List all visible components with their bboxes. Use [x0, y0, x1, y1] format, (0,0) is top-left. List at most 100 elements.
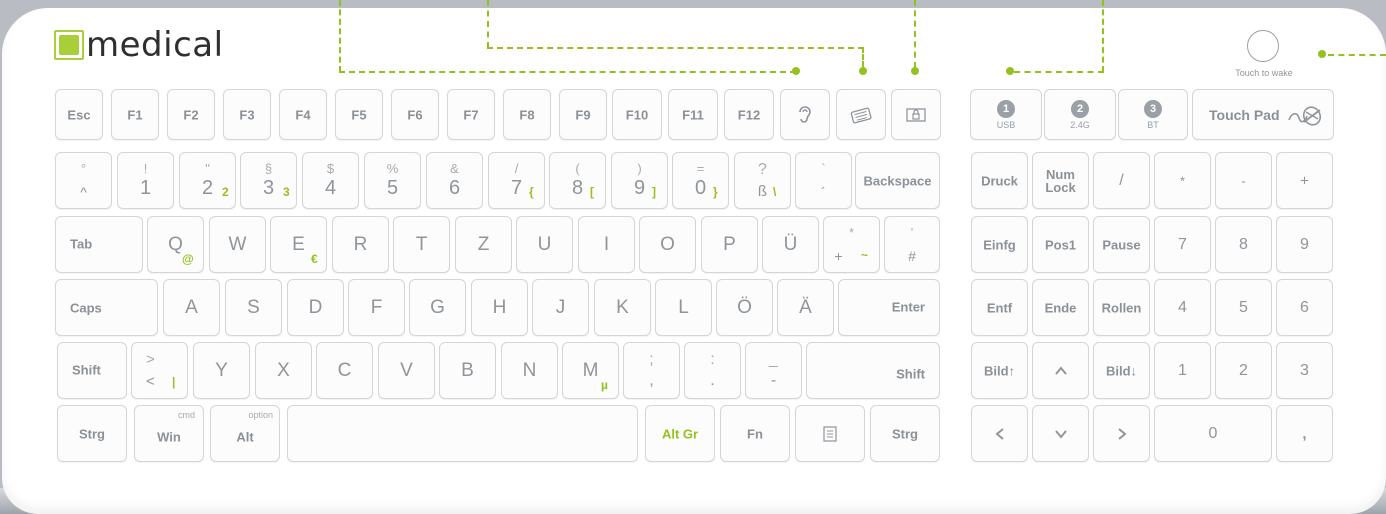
- key-keyboard-lock[interactable]: [836, 89, 886, 140]
- key-s[interactable]: S: [225, 279, 282, 336]
- key-f12[interactable]: F12: [724, 89, 774, 140]
- key-arrow-down[interactable]: [1032, 405, 1089, 462]
- key-b[interactable]: B: [439, 342, 496, 399]
- key-channel-usb[interactable]: 1 USB: [970, 89, 1042, 140]
- key-f5[interactable]: F5: [335, 89, 383, 140]
- key-l[interactable]: L: [655, 279, 712, 336]
- key-8[interactable]: ( 8 [: [549, 152, 606, 209]
- key-r[interactable]: R: [332, 216, 389, 273]
- key-kp-8[interactable]: 8: [1215, 216, 1272, 273]
- key-kp-0[interactable]: 0: [1154, 405, 1272, 462]
- key-ae[interactable]: Ä: [777, 279, 834, 336]
- key-h[interactable]: H: [471, 279, 528, 336]
- key-backspace[interactable]: Backspace: [855, 152, 940, 209]
- key-strg-left[interactable]: Strg: [57, 405, 127, 462]
- key-eszett[interactable]: ? ß \: [734, 152, 791, 209]
- key-hearing[interactable]: [780, 89, 830, 140]
- key-3[interactable]: § 3 3: [240, 152, 297, 209]
- key-kp-3[interactable]: 3: [1276, 342, 1333, 399]
- key-einfg[interactable]: Einfg: [971, 216, 1028, 273]
- key-kp-2[interactable]: 2: [1215, 342, 1272, 399]
- key-f6[interactable]: F6: [391, 89, 439, 140]
- key-caps[interactable]: Caps: [55, 279, 158, 336]
- key-j[interactable]: J: [532, 279, 589, 336]
- key-e[interactable]: E €: [270, 216, 327, 273]
- key-strg-right[interactable]: Strg: [870, 405, 940, 462]
- key-f10[interactable]: F10: [612, 89, 662, 140]
- key-u[interactable]: U: [516, 216, 573, 273]
- key-n[interactable]: N: [501, 342, 558, 399]
- key-clean-mode[interactable]: [891, 89, 941, 140]
- key-w[interactable]: W: [209, 216, 266, 273]
- key-p[interactable]: P: [701, 216, 758, 273]
- key-entf[interactable]: Entf: [971, 279, 1028, 336]
- key-kp-decimal[interactable]: ,: [1276, 405, 1333, 462]
- key-arrow-up[interactable]: [1032, 342, 1089, 399]
- key-minus[interactable]: _ -: [745, 342, 802, 399]
- key-m[interactable]: M µ: [562, 342, 619, 399]
- key-f2[interactable]: F2: [167, 89, 215, 140]
- key-a[interactable]: A: [163, 279, 220, 336]
- key-altgr[interactable]: Alt Gr: [645, 405, 715, 462]
- key-t[interactable]: T: [393, 216, 450, 273]
- key-9[interactable]: ) 9 ]: [611, 152, 668, 209]
- key-arrow-left[interactable]: [971, 405, 1028, 462]
- key-o[interactable]: O: [639, 216, 696, 273]
- key-space[interactable]: [287, 405, 638, 462]
- key-hash[interactable]: ' #: [884, 216, 940, 273]
- key-tab[interactable]: Tab: [55, 216, 143, 273]
- key-f9[interactable]: F9: [559, 89, 607, 140]
- key-0[interactable]: = 0 }: [672, 152, 729, 209]
- key-circumflex[interactable]: ° ^: [55, 152, 112, 209]
- key-menu[interactable]: [795, 405, 865, 462]
- key-period[interactable]: : .: [684, 342, 741, 399]
- key-kp-9[interactable]: 9: [1276, 216, 1333, 273]
- key-less-than[interactable]: > < |: [131, 342, 188, 399]
- key-bild-down[interactable]: Bild↓: [1093, 342, 1150, 399]
- key-7[interactable]: / 7 {: [488, 152, 545, 209]
- key-v[interactable]: V: [378, 342, 435, 399]
- key-kp-multiply[interactable]: *: [1154, 152, 1211, 209]
- key-kp-5[interactable]: 5: [1215, 279, 1272, 336]
- key-kp-divide[interactable]: /: [1093, 152, 1150, 209]
- key-ue[interactable]: Ü: [762, 216, 819, 273]
- key-channel-bt[interactable]: 3 BT: [1118, 89, 1188, 140]
- key-kp-subtract[interactable]: -: [1215, 152, 1272, 209]
- key-esc[interactable]: Esc: [55, 89, 103, 140]
- key-druck[interactable]: Druck: [971, 152, 1028, 209]
- key-kp-1[interactable]: 1: [1154, 342, 1211, 399]
- key-plus[interactable]: * + ~: [823, 216, 880, 273]
- key-arrow-right[interactable]: [1093, 405, 1150, 462]
- key-5[interactable]: % 5: [364, 152, 421, 209]
- key-kp-4[interactable]: 4: [1154, 279, 1211, 336]
- key-kp-add[interactable]: +: [1276, 152, 1333, 209]
- key-x[interactable]: X: [255, 342, 312, 399]
- key-y[interactable]: Y: [193, 342, 250, 399]
- key-pause[interactable]: Pause: [1093, 216, 1150, 273]
- key-kp-7[interactable]: 7: [1154, 216, 1211, 273]
- key-6[interactable]: & 6: [426, 152, 483, 209]
- key-4[interactable]: $ 4: [302, 152, 359, 209]
- key-comma[interactable]: ; ,: [623, 342, 680, 399]
- key-1[interactable]: ! 1: [117, 152, 174, 209]
- key-shift-left[interactable]: Shift: [57, 342, 127, 399]
- key-g[interactable]: G: [409, 279, 466, 336]
- key-numlock[interactable]: Num Lock: [1032, 152, 1089, 209]
- key-shift-right[interactable]: Shift: [806, 342, 940, 399]
- key-f4[interactable]: F4: [279, 89, 327, 140]
- key-enter[interactable]: Enter: [838, 279, 940, 336]
- key-pos1[interactable]: Pos1: [1032, 216, 1089, 273]
- key-accent[interactable]: ` ´: [795, 152, 852, 209]
- key-f3[interactable]: F3: [223, 89, 271, 140]
- key-oe[interactable]: Ö: [716, 279, 773, 336]
- key-f[interactable]: F: [348, 279, 405, 336]
- key-i[interactable]: I: [578, 216, 635, 273]
- key-f1[interactable]: F1: [111, 89, 159, 140]
- key-z[interactable]: Z: [455, 216, 512, 273]
- key-f11[interactable]: F11: [668, 89, 718, 140]
- key-k[interactable]: K: [594, 279, 651, 336]
- key-f7[interactable]: F7: [447, 89, 495, 140]
- key-alt[interactable]: option Alt: [210, 405, 280, 462]
- key-bild-up[interactable]: Bild↑: [971, 342, 1028, 399]
- touch-to-wake-button[interactable]: [1247, 30, 1279, 62]
